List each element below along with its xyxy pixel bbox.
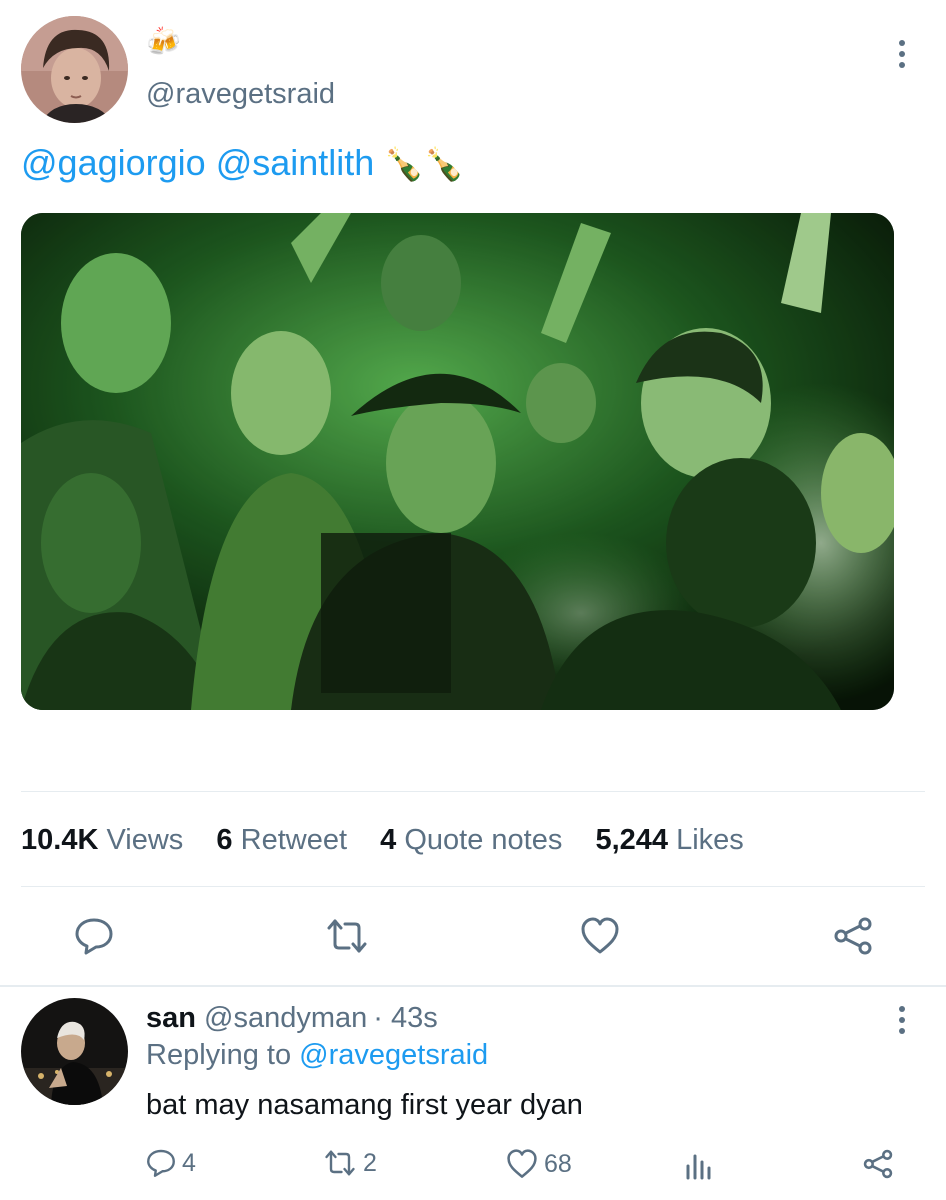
reply-like-action[interactable]: 68 — [506, 1149, 572, 1179]
mention-link[interactable]: @saintlith — [216, 142, 375, 183]
views-stat[interactable]: 10.4K Views — [21, 824, 191, 856]
reply-text: bat may nasamang first year dyan — [146, 1089, 583, 1121]
retweet-icon[interactable] — [325, 916, 369, 956]
section-divider — [0, 985, 946, 987]
reply-author-name[interactable]: san — [146, 1002, 196, 1034]
reply-timestamp: 43s — [391, 1002, 438, 1034]
retweet-icon — [323, 1148, 357, 1178]
reply-reply-action[interactable]: 4 — [146, 1148, 196, 1178]
like-count: 68 — [544, 1149, 572, 1178]
replying-to-link[interactable]: @ravegetsraid — [299, 1039, 488, 1071]
replying-prefix: Replying to — [146, 1039, 292, 1071]
mention-link[interactable]: @gagiorgio — [21, 142, 206, 183]
post-image[interactable] — [21, 213, 894, 710]
likes-stat[interactable]: 5,244 Likes — [595, 824, 743, 856]
author-handle[interactable]: @ravegetsraid — [146, 77, 335, 111]
share-icon[interactable] — [832, 915, 874, 957]
more-options-icon[interactable] — [897, 40, 907, 68]
post-text: @gagiorgio @saintlith 🍾🍾 — [21, 141, 464, 186]
retweet-stat[interactable]: 6 Retweet — [216, 824, 355, 856]
reply-retweet-action[interactable]: 2 — [323, 1148, 377, 1178]
name-emoji: 🍻 — [146, 26, 181, 57]
retweet-count: 2 — [363, 1148, 377, 1177]
reply-count: 4 — [182, 1148, 196, 1177]
replying-to-line: Replying to @ravegetsraid — [146, 1037, 488, 1073]
bottle-emoji: 🍾🍾 — [384, 146, 464, 182]
reply-header: san @sandyman · 43s — [146, 1000, 438, 1036]
stats-row: 10.4K Views 6 Retweet 4 Quote notes 5,24… — [21, 822, 744, 858]
analytics-icon[interactable] — [685, 1150, 713, 1180]
like-icon[interactable] — [580, 917, 620, 955]
meta-separator: · — [373, 1002, 383, 1034]
author-avatar[interactable] — [21, 16, 128, 123]
reply-author-handle[interactable]: @sandyman — [204, 1002, 367, 1034]
divider — [21, 886, 925, 887]
share-icon[interactable] — [862, 1148, 894, 1180]
reply-icon — [146, 1148, 176, 1178]
like-icon — [506, 1149, 538, 1179]
reply-icon[interactable] — [74, 916, 114, 956]
reply-more-options-icon[interactable] — [897, 1006, 907, 1034]
reply-avatar[interactable] — [21, 998, 128, 1105]
divider — [21, 791, 925, 792]
quote-stat[interactable]: 4 Quote notes — [380, 824, 570, 856]
